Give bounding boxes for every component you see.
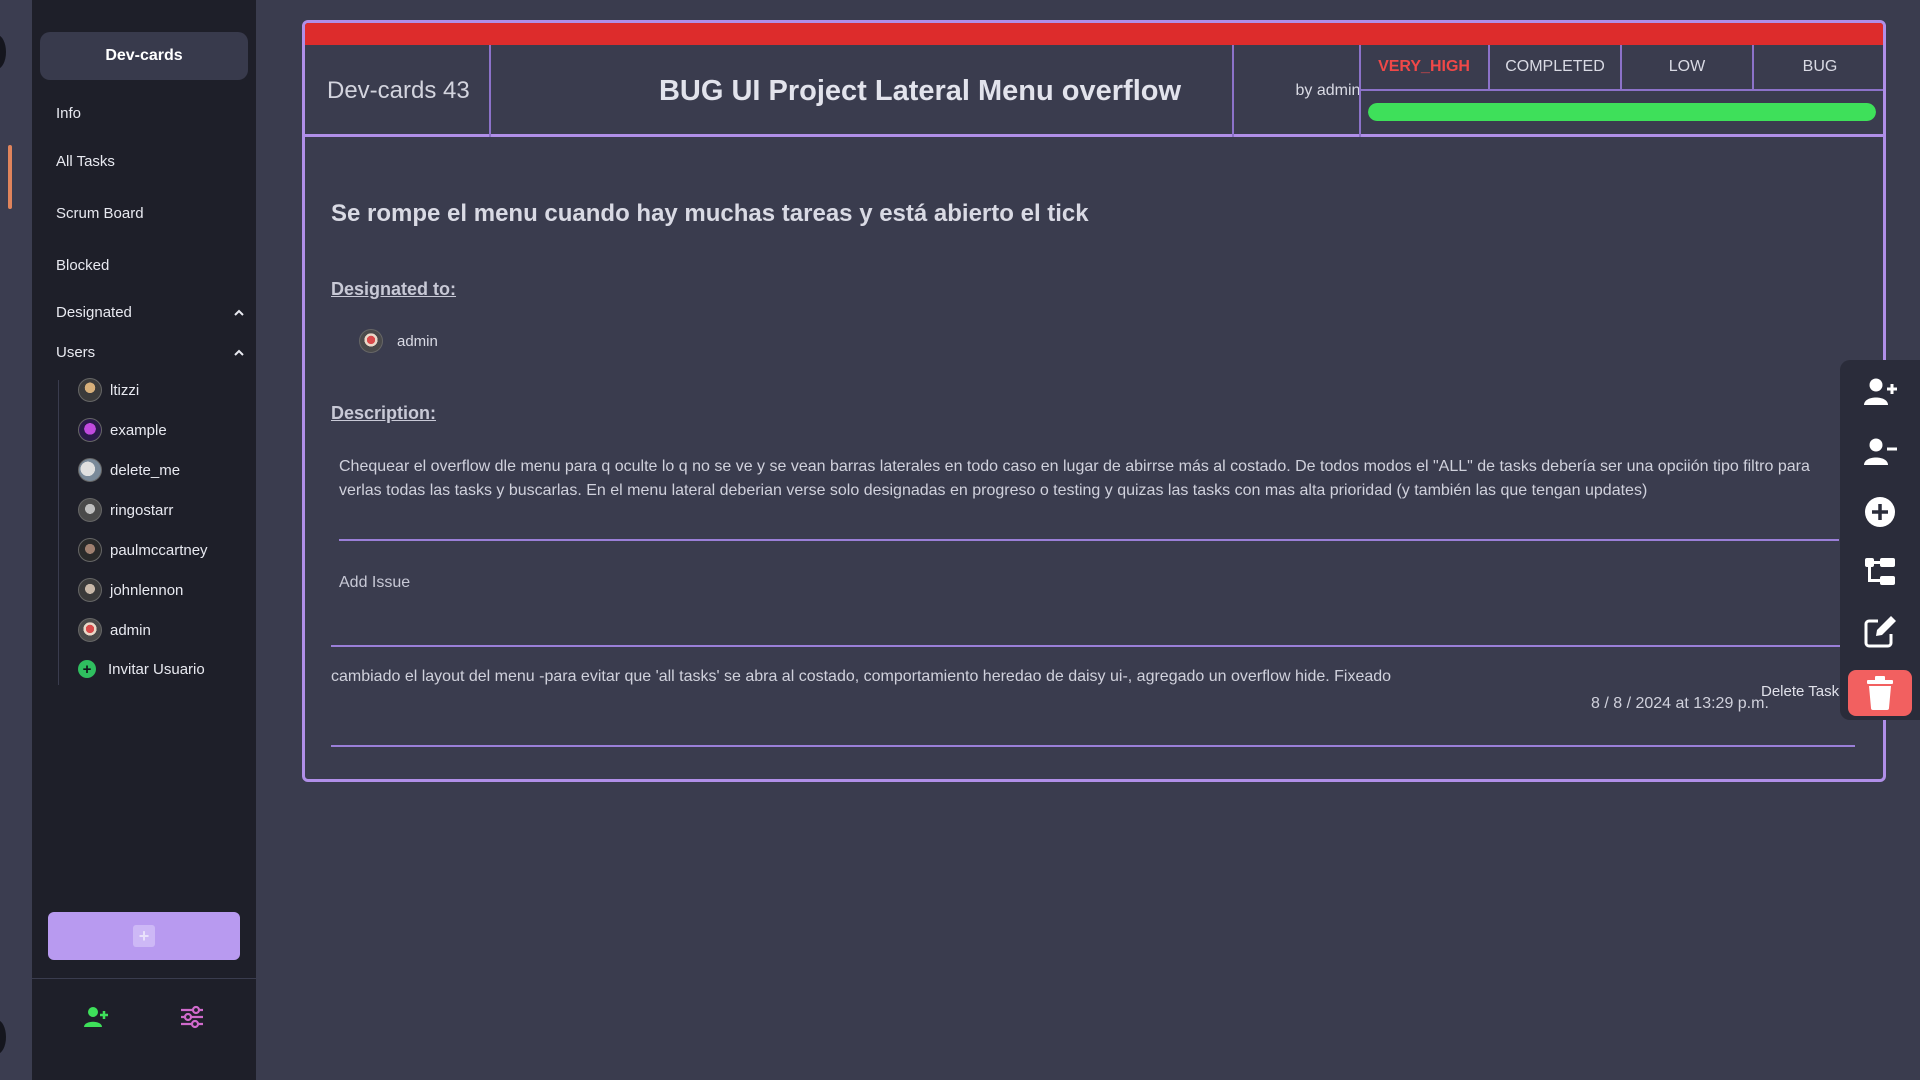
avatar xyxy=(78,378,102,402)
nav-scrum-board[interactable]: Scrum Board xyxy=(56,205,144,222)
nav-users[interactable]: Users xyxy=(56,344,246,361)
add-issue-input[interactable]: Add Issue xyxy=(339,574,410,592)
edit-icon xyxy=(1864,616,1896,648)
add-user-icon[interactable] xyxy=(82,1003,110,1031)
header-divider xyxy=(489,45,491,137)
edit-tool[interactable] xyxy=(1860,612,1900,652)
nav-all-tasks[interactable]: All Tasks xyxy=(56,153,115,170)
issue-date: 8 / 8 / 2024 at 13:29 p.m. xyxy=(1591,695,1769,712)
invite-user-button[interactable]: + Invitar Usuario xyxy=(78,660,205,678)
plus-square-icon: + xyxy=(133,925,155,947)
sidebar-divider xyxy=(32,978,256,979)
issue-divider xyxy=(331,745,1855,747)
nav-designated-label: Designated xyxy=(56,304,132,321)
effort-tag[interactable]: LOW xyxy=(1622,45,1754,91)
tree-view-tool[interactable] xyxy=(1860,552,1900,592)
remove-user-icon xyxy=(1864,438,1897,465)
status-tag[interactable]: COMPLETED xyxy=(1490,45,1622,91)
card-header: Dev-cards 43 BUG UI Project Lateral Menu… xyxy=(305,45,1883,137)
designated-heading: Designated to: xyxy=(331,279,457,299)
avatar xyxy=(78,418,102,442)
remove-user-tool[interactable] xyxy=(1860,432,1900,472)
add-issue-underline xyxy=(331,645,1871,647)
delete-task-button[interactable] xyxy=(1848,670,1912,716)
delete-task-tooltip: Delete Task xyxy=(1761,683,1840,700)
card-id: Dev-cards 43 xyxy=(327,77,470,104)
card-title: BUG UI Project Lateral Menu overflow xyxy=(658,74,1182,107)
add-card-button[interactable]: + xyxy=(48,912,240,960)
add-subtask-tool[interactable] xyxy=(1860,492,1900,532)
add-user-tool[interactable] xyxy=(1860,372,1900,412)
header-divider xyxy=(1232,45,1234,137)
user-item[interactable]: delete_me xyxy=(78,458,180,482)
nav-info[interactable]: Info xyxy=(56,105,81,122)
user-name: example xyxy=(110,421,167,439)
user-item[interactable]: ringostarr xyxy=(78,498,173,522)
issue-text: cambiado el layout del menu -para evitar… xyxy=(331,668,1392,685)
priority-tag[interactable]: VERY_HIGH xyxy=(1360,45,1490,91)
users-tree-line xyxy=(58,380,59,685)
progress-bar xyxy=(1368,103,1876,121)
user-name: ringostarr xyxy=(110,501,174,519)
nav-blocked[interactable]: Blocked xyxy=(56,257,109,274)
edge-accent-bar xyxy=(8,145,12,209)
assignee[interactable]: admin xyxy=(359,329,438,353)
task-description: Chequear el overflow dle menu para q ocu… xyxy=(339,458,1810,499)
user-item[interactable]: example xyxy=(78,418,167,442)
user-name: paulmccartney xyxy=(110,541,208,559)
chevron-up-icon xyxy=(234,309,244,316)
avatar xyxy=(78,618,102,642)
add-user-icon xyxy=(1864,378,1897,405)
progress-fill xyxy=(1368,103,1876,121)
user-name: ltizzi xyxy=(110,381,140,399)
task-toolbar xyxy=(1840,360,1920,720)
edge-handle-bottom xyxy=(0,1020,6,1054)
sidebar: Dev-cards Info All Tasks Scrum Board Blo… xyxy=(32,0,256,1080)
avatar xyxy=(78,538,102,562)
task-card: Dev-cards 43 BUG UI Project Lateral Menu… xyxy=(302,20,1886,782)
trash-icon xyxy=(1867,676,1893,710)
settings-sliders-icon[interactable] xyxy=(178,1003,206,1031)
edge-strip xyxy=(0,0,32,1080)
user-item[interactable]: paulmccartney xyxy=(78,538,208,562)
add-circle-icon xyxy=(1865,497,1895,527)
avatar xyxy=(78,578,102,602)
avatar xyxy=(359,329,383,353)
tree-icon xyxy=(1865,558,1895,585)
chevron-up-icon xyxy=(234,349,244,356)
priority-bar xyxy=(305,23,1883,45)
brand-button[interactable]: Dev-cards xyxy=(40,32,248,80)
user-item[interactable]: johnlennon xyxy=(78,578,183,602)
plus-circle-icon: + xyxy=(78,660,96,678)
invite-user-label: Invitar Usuario xyxy=(108,660,205,678)
task-subject: Se rompe el menu cuando hay muchas tarea… xyxy=(331,200,1089,227)
avatar xyxy=(78,458,102,482)
description-heading: Description: xyxy=(331,403,437,423)
description-underline xyxy=(339,539,1839,541)
nav-designated[interactable]: Designated xyxy=(56,304,246,321)
user-name: admin xyxy=(110,621,151,639)
type-tag[interactable]: BUG xyxy=(1754,45,1883,91)
user-name: delete_me xyxy=(110,461,181,479)
user-item[interactable]: admin xyxy=(78,618,151,642)
user-name: johnlennon xyxy=(110,581,184,599)
avatar xyxy=(78,498,102,522)
user-item[interactable]: ltizzi xyxy=(78,378,139,402)
nav-users-label: Users xyxy=(56,344,96,361)
edge-handle-top xyxy=(0,35,6,69)
assignee-name: admin xyxy=(397,332,438,350)
